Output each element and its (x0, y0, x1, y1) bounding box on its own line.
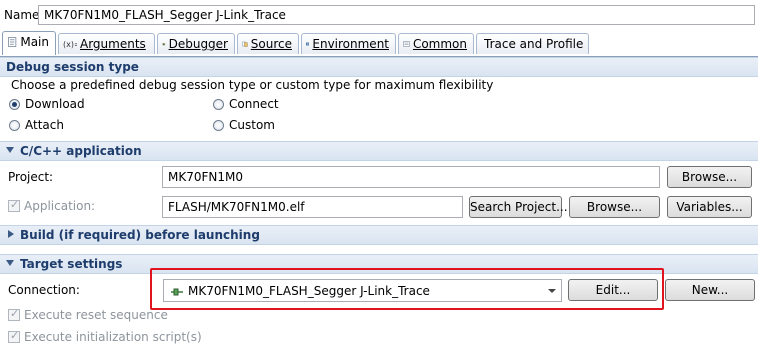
radio-custom-label: Custom (229, 118, 275, 132)
tab-strip: Main (x)= Arguments Debugger Source Envi… (0, 31, 758, 57)
variables-label: Variables... (676, 200, 743, 214)
radio-connect[interactable]: Connect (213, 97, 303, 113)
debug-session-description: Choose a predefined debug session type o… (11, 78, 494, 92)
name-input[interactable]: MK70FN1M0_FLASH_Segger J-Link_Trace (38, 5, 755, 25)
radio-custom[interactable]: Custom (213, 118, 303, 134)
radio-attach-indicator[interactable] (9, 120, 20, 131)
tab-environment-label: Environment (312, 37, 389, 51)
debugger-icon (162, 42, 166, 46)
debug-session-section-header: Debug session type (0, 57, 758, 77)
radio-attach[interactable]: Attach (9, 118, 99, 134)
source-icon (242, 41, 248, 47)
target-settings-title: Target settings (20, 257, 123, 271)
environment-icon (306, 42, 310, 46)
radio-connect-indicator[interactable] (213, 99, 224, 110)
chevron-down-icon (6, 147, 14, 153)
debug-session-title: Debug session type (6, 60, 139, 74)
application-label: Application: (24, 199, 96, 213)
application-browse-button[interactable]: Browse... (569, 196, 660, 218)
tab-environment[interactable]: Environment (301, 33, 396, 54)
application-browse-label: Browse... (586, 200, 643, 214)
build-section-header[interactable]: Build (if required) before launching (0, 225, 758, 245)
radio-connect-label: Connect (229, 97, 279, 111)
project-browse-button[interactable]: Browse... (667, 166, 752, 188)
tab-source[interactable]: Source (237, 33, 299, 54)
init-script-label: Execute initialization script(s) (24, 330, 202, 344)
svg-text:(x)=: (x)= (63, 40, 77, 49)
tab-common[interactable]: Common (398, 33, 474, 54)
arguments-icon: (x)= (63, 40, 77, 49)
chevron-right-icon (8, 230, 14, 238)
tab-arguments-label: Arguments (80, 37, 146, 51)
radio-custom-indicator[interactable] (213, 120, 224, 131)
tab-debugger-label: Debugger (168, 37, 228, 51)
init-script-checkbox[interactable] (8, 329, 20, 343)
highlight-box (150, 268, 664, 310)
project-field[interactable]: MK70FN1M0 (162, 166, 660, 188)
radio-download-label: Download (25, 97, 85, 111)
tab-arguments[interactable]: (x)= Arguments (58, 33, 155, 54)
tab-trace-and-profile[interactable]: Trace and Profile (476, 33, 589, 54)
radio-download-indicator[interactable] (9, 99, 20, 110)
tab-trace-profile-label: Trace and Profile (484, 37, 584, 51)
variables-button[interactable]: Variables... (667, 196, 752, 218)
tab-main[interactable]: Main (2, 31, 56, 55)
radio-download[interactable]: Download (9, 97, 99, 113)
search-project-button[interactable]: Search Project... (469, 196, 568, 218)
common-icon (403, 41, 410, 47)
cpp-app-section-header[interactable]: C/C++ application (0, 141, 758, 161)
build-title: Build (if required) before launching (20, 228, 260, 242)
connection-label: Connection: (8, 283, 80, 297)
new-label: New... (691, 283, 729, 297)
project-label: Project: (8, 170, 54, 184)
radio-attach-label: Attach (25, 118, 64, 132)
reset-sequence-checkbox[interactable] (8, 307, 20, 321)
project-browse-label: Browse... (681, 170, 738, 184)
application-field[interactable]: FLASH/MK70FN1M0.elf (162, 196, 463, 218)
cpp-app-title: C/C++ application (20, 144, 142, 158)
new-connection-button[interactable]: New... (665, 279, 755, 301)
reset-sequence-label: Execute reset sequence (24, 308, 168, 322)
main-tab-icon (8, 37, 17, 47)
tab-source-label: Source (250, 37, 292, 51)
search-project-label: Search Project... (470, 200, 568, 214)
application-checkbox[interactable] (8, 198, 20, 212)
tab-debugger[interactable]: Debugger (157, 33, 235, 54)
tab-common-label: Common (412, 37, 467, 51)
chevron-down-icon (6, 260, 14, 266)
tab-main-label: Main (20, 35, 49, 49)
